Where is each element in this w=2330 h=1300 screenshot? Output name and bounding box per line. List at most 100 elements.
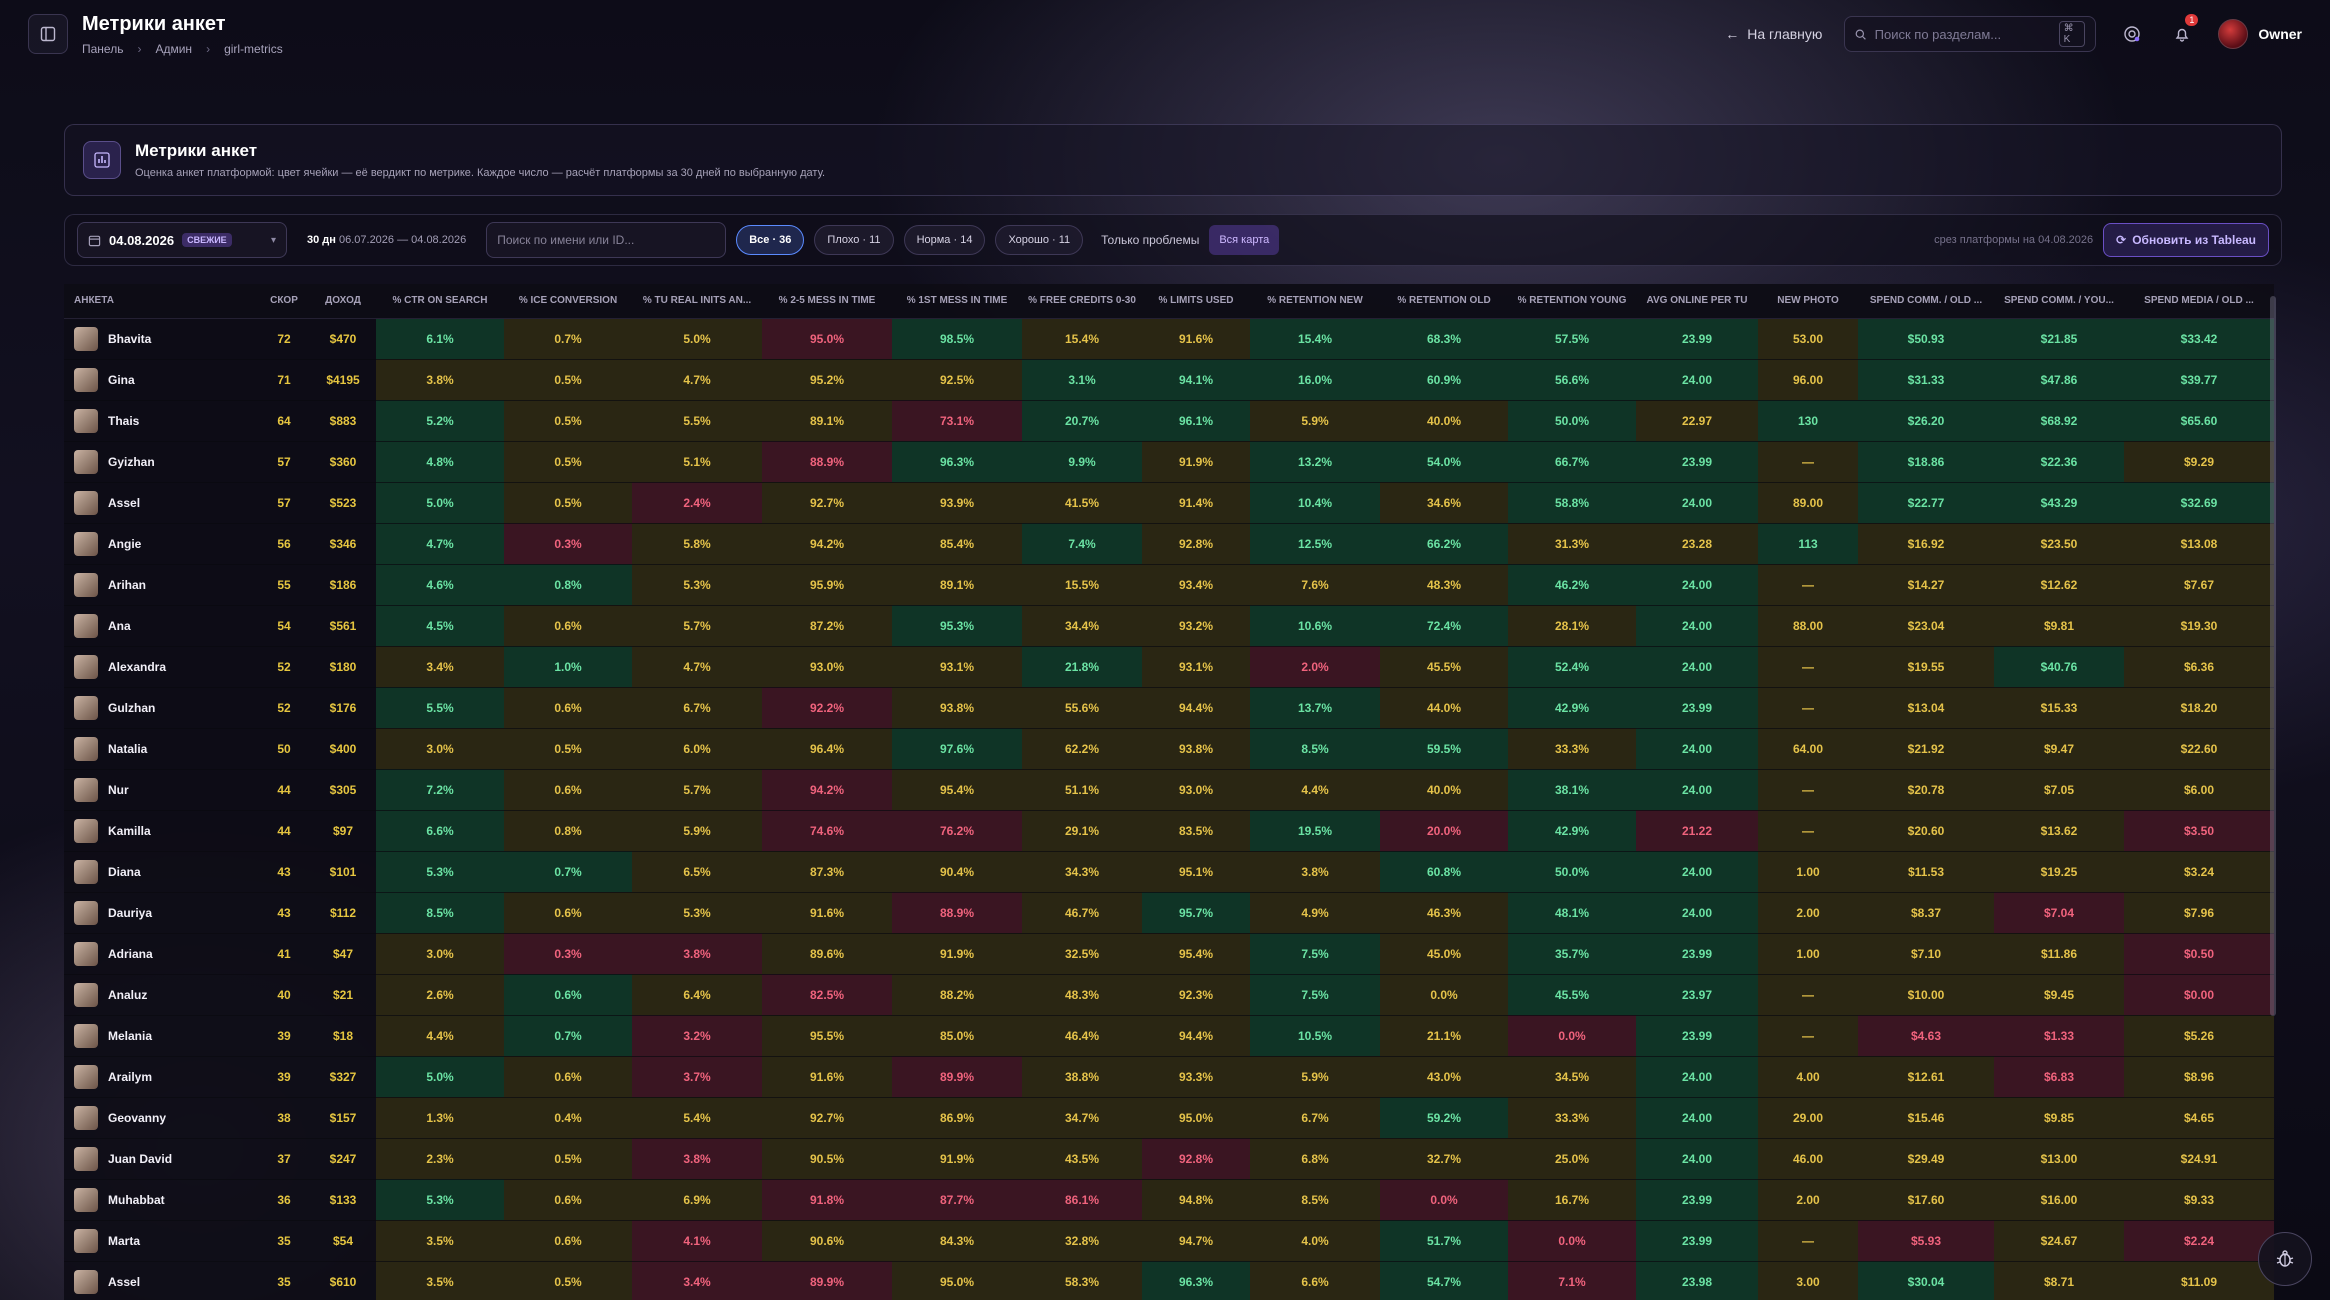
table-row[interactable]: Assel 35 $610 3.5% 0.5% 3.4% 89.9% 95.0% 58.3% 96…: [64, 1261, 2274, 1300]
table-row[interactable]: Angie 56 $346 4.7% 0.3% 5.8% 94.2% 85.4% 7.4% 92.…: [64, 523, 2274, 565]
name-search[interactable]: [486, 222, 727, 258]
table-row[interactable]: Natalia 50 $400 3.0% 0.5% 6.0% 96.4% 97.6% 62.2%…: [64, 728, 2274, 770]
user-menu[interactable]: Owner: [2218, 19, 2302, 49]
column-header[interactable]: AVG ONLINE PER TU: [1636, 284, 1758, 319]
date-picker[interactable]: 04.08.2026 СВЕЖИЕ ▾: [77, 222, 287, 258]
filter-bad[interactable]: Плохо · 11: [814, 225, 894, 255]
home-link[interactable]: ← На главную: [1725, 26, 1822, 42]
refresh-tableau-button[interactable]: ⟳ Обновить из Tableau: [2103, 223, 2269, 257]
profile-cell[interactable]: Muhabbat: [64, 1179, 258, 1221]
table-row[interactable]: Arihan 55 $186 4.6% 0.8% 5.3% 95.9% 89.1% 15.5% 9…: [64, 564, 2274, 606]
profile-cell[interactable]: Gulzhan: [64, 687, 258, 729]
metric-cell: 24.00: [1636, 359, 1758, 401]
profile-cell[interactable]: Thais: [64, 400, 258, 442]
table-row[interactable]: Alexandra 52 $180 3.4% 1.0% 4.7% 93.0% 93.1% 21.…: [64, 646, 2274, 688]
table-row[interactable]: Ana 54 $561 4.5% 0.6% 5.7% 87.2% 95.3% 34.4% 93.2…: [64, 605, 2274, 647]
only-problems-toggle[interactable]: Только проблемы: [1101, 233, 1199, 247]
table-row[interactable]: Gyizhan 57 $360 4.8% 0.5% 5.1% 88.9% 96.3% 9.9% 9…: [64, 441, 2274, 483]
sidebar-toggle-button[interactable]: [28, 14, 68, 54]
support-button[interactable]: [2118, 20, 2146, 48]
table-row[interactable]: Juan David 37 $247 2.3% 0.5% 3.8% 90.5% 91.9% 43…: [64, 1138, 2274, 1180]
profile-cell[interactable]: Marta: [64, 1220, 258, 1262]
filter-normal[interactable]: Норма · 14: [903, 225, 986, 255]
metric-cell: 72.4%: [1380, 605, 1508, 647]
column-header[interactable]: ДОХОД: [310, 284, 376, 319]
metrics-table-container[interactable]: АНКЕТА СКОР ДОХОД% CTR ON SEARCH% ICE CONV…: [64, 284, 2274, 1300]
profile-cell[interactable]: Ana: [64, 605, 258, 647]
profile-cell[interactable]: Arihan: [64, 564, 258, 606]
table-row[interactable]: Arailym 39 $327 5.0% 0.6% 3.7% 91.6% 89.9% 38.8%…: [64, 1056, 2274, 1098]
table-row[interactable]: Diana 43 $101 5.3% 0.7% 6.5% 87.3% 90.4% 34.3% 95…: [64, 851, 2274, 893]
bug-report-button[interactable]: [2258, 1232, 2312, 1286]
column-header[interactable]: SPEND COMM. / YOU...: [1994, 284, 2124, 319]
profile-cell[interactable]: Angie: [64, 523, 258, 565]
profile-cell[interactable]: Dauriya: [64, 892, 258, 934]
metric-cell: 2.00: [1758, 892, 1858, 934]
table-row[interactable]: Melania 39 $18 4.4% 0.7% 3.2% 95.5% 85.0% 46.4% 9…: [64, 1015, 2274, 1057]
column-header[interactable]: % RETENTION YOUNG: [1508, 284, 1636, 319]
section-search-input[interactable]: [1874, 26, 2051, 42]
filter-all[interactable]: Все · 36: [736, 225, 805, 255]
profile-cell[interactable]: Assel: [64, 482, 258, 524]
profile-cell[interactable]: Assel: [64, 1261, 258, 1300]
column-header[interactable]: % 2-5 MESS IN TIME: [762, 284, 892, 319]
table-row[interactable]: Kamilla 44 $97 6.6% 0.8% 5.9% 74.6% 76.2% 29.1% 8…: [64, 810, 2274, 852]
table-row[interactable]: Gulzhan 52 $176 5.5% 0.6% 6.7% 92.2% 93.8% 55.6%…: [64, 687, 2274, 729]
score-cell: 64: [258, 400, 310, 442]
table-row[interactable]: Geovanny 38 $157 1.3% 0.4% 5.4% 92.7% 86.9% 34.7…: [64, 1097, 2274, 1139]
profile-cell[interactable]: Diana: [64, 851, 258, 893]
table-row[interactable]: Gina 71 $4195 3.8% 0.5% 4.7% 95.2% 92.5% 3.1% 94.…: [64, 359, 2274, 401]
profile-cell[interactable]: Melania: [64, 1015, 258, 1057]
table-row[interactable]: Muhabbat 36 $133 5.3% 0.6% 6.9% 91.8% 87.7% 86.1…: [64, 1179, 2274, 1221]
table-row[interactable]: Analuz 40 $21 2.6% 0.6% 6.4% 82.5% 88.2% 48.3% 92…: [64, 974, 2274, 1016]
score-cell: 35: [258, 1261, 310, 1300]
notifications-button[interactable]: 1: [2168, 14, 2199, 48]
table-row[interactable]: Nur 44 $305 7.2% 0.6% 5.7% 94.2% 95.4% 51.1% 93.0…: [64, 769, 2274, 811]
metric-cell: 93.8%: [1142, 728, 1250, 770]
table-row[interactable]: Bhavita 72 $470 6.1% 0.7% 5.0% 95.0% 98.5% 15.4%…: [64, 318, 2274, 360]
table-row[interactable]: Assel 57 $523 5.0% 0.5% 2.4% 92.7% 93.9% 41.5% 91…: [64, 482, 2274, 524]
profile-cell[interactable]: Gina: [64, 359, 258, 401]
column-header[interactable]: SPEND MEDIA / OLD ...: [2124, 284, 2274, 319]
name-search-input[interactable]: [497, 233, 716, 247]
profile-cell[interactable]: Arailym: [64, 1056, 258, 1098]
profile-name: Melania: [108, 1028, 153, 1043]
profile-cell[interactable]: Natalia: [64, 728, 258, 770]
full-map-toggle[interactable]: Вся карта: [1209, 225, 1280, 255]
column-header[interactable]: % FREE CREDITS 0-30: [1022, 284, 1142, 319]
profile-cell[interactable]: Alexandra: [64, 646, 258, 688]
table-row[interactable]: Thais 64 $883 5.2% 0.5% 5.5% 89.1% 73.1% 20.7% 96…: [64, 400, 2274, 442]
column-header[interactable]: % RETENTION OLD: [1380, 284, 1508, 319]
column-header[interactable]: SPEND COMM. / OLD ...: [1858, 284, 1994, 319]
column-header[interactable]: % 1ST MESS IN TIME: [892, 284, 1022, 319]
column-header[interactable]: % ICE CONVERSION: [504, 284, 632, 319]
metric-cell: $8.37: [1858, 892, 1994, 934]
column-header[interactable]: % TU REAL INITS AN...: [632, 284, 762, 319]
profile-cell[interactable]: Bhavita: [64, 318, 258, 360]
column-header[interactable]: СКОР: [258, 284, 310, 319]
profile-cell[interactable]: Juan David: [64, 1138, 258, 1180]
profile-cell[interactable]: Nur: [64, 769, 258, 811]
profile-cell[interactable]: Adriana: [64, 933, 258, 975]
profile-cell[interactable]: Analuz: [64, 974, 258, 1016]
column-header[interactable]: NEW PHOTO: [1758, 284, 1858, 319]
filter-good[interactable]: Хорошо · 11: [995, 225, 1084, 255]
column-header[interactable]: % CTR ON SEARCH: [376, 284, 504, 319]
metric-cell: 4.7%: [632, 646, 762, 688]
breadcrumb-admin[interactable]: Админ: [155, 42, 192, 56]
breadcrumb-panel[interactable]: Панель: [82, 42, 123, 56]
column-header[interactable]: АНКЕТА: [64, 284, 258, 319]
metric-cell: 0.5%: [504, 441, 632, 483]
profile-cell[interactable]: Kamilla: [64, 810, 258, 852]
section-search[interactable]: ⌘ K: [1844, 16, 2097, 52]
table-row[interactable]: Adriana 41 $47 3.0% 0.3% 3.8% 89.6% 91.9% 32.5% 9…: [64, 933, 2274, 975]
table-row[interactable]: Dauriya 43 $112 8.5% 0.6% 5.3% 91.6% 88.9% 46.7%…: [64, 892, 2274, 934]
metric-cell: 88.9%: [762, 441, 892, 483]
profile-cell[interactable]: Gyizhan: [64, 441, 258, 483]
table-row[interactable]: Marta 35 $54 3.5% 0.6% 4.1% 90.6% 84.3% 32.8% 94.…: [64, 1220, 2274, 1262]
column-header[interactable]: % LIMITS USED: [1142, 284, 1250, 319]
table-scrollbar[interactable]: [2270, 296, 2276, 1016]
column-header[interactable]: % RETENTION NEW: [1250, 284, 1380, 319]
metric-cell: 19.5%: [1250, 810, 1380, 852]
profile-cell[interactable]: Geovanny: [64, 1097, 258, 1139]
